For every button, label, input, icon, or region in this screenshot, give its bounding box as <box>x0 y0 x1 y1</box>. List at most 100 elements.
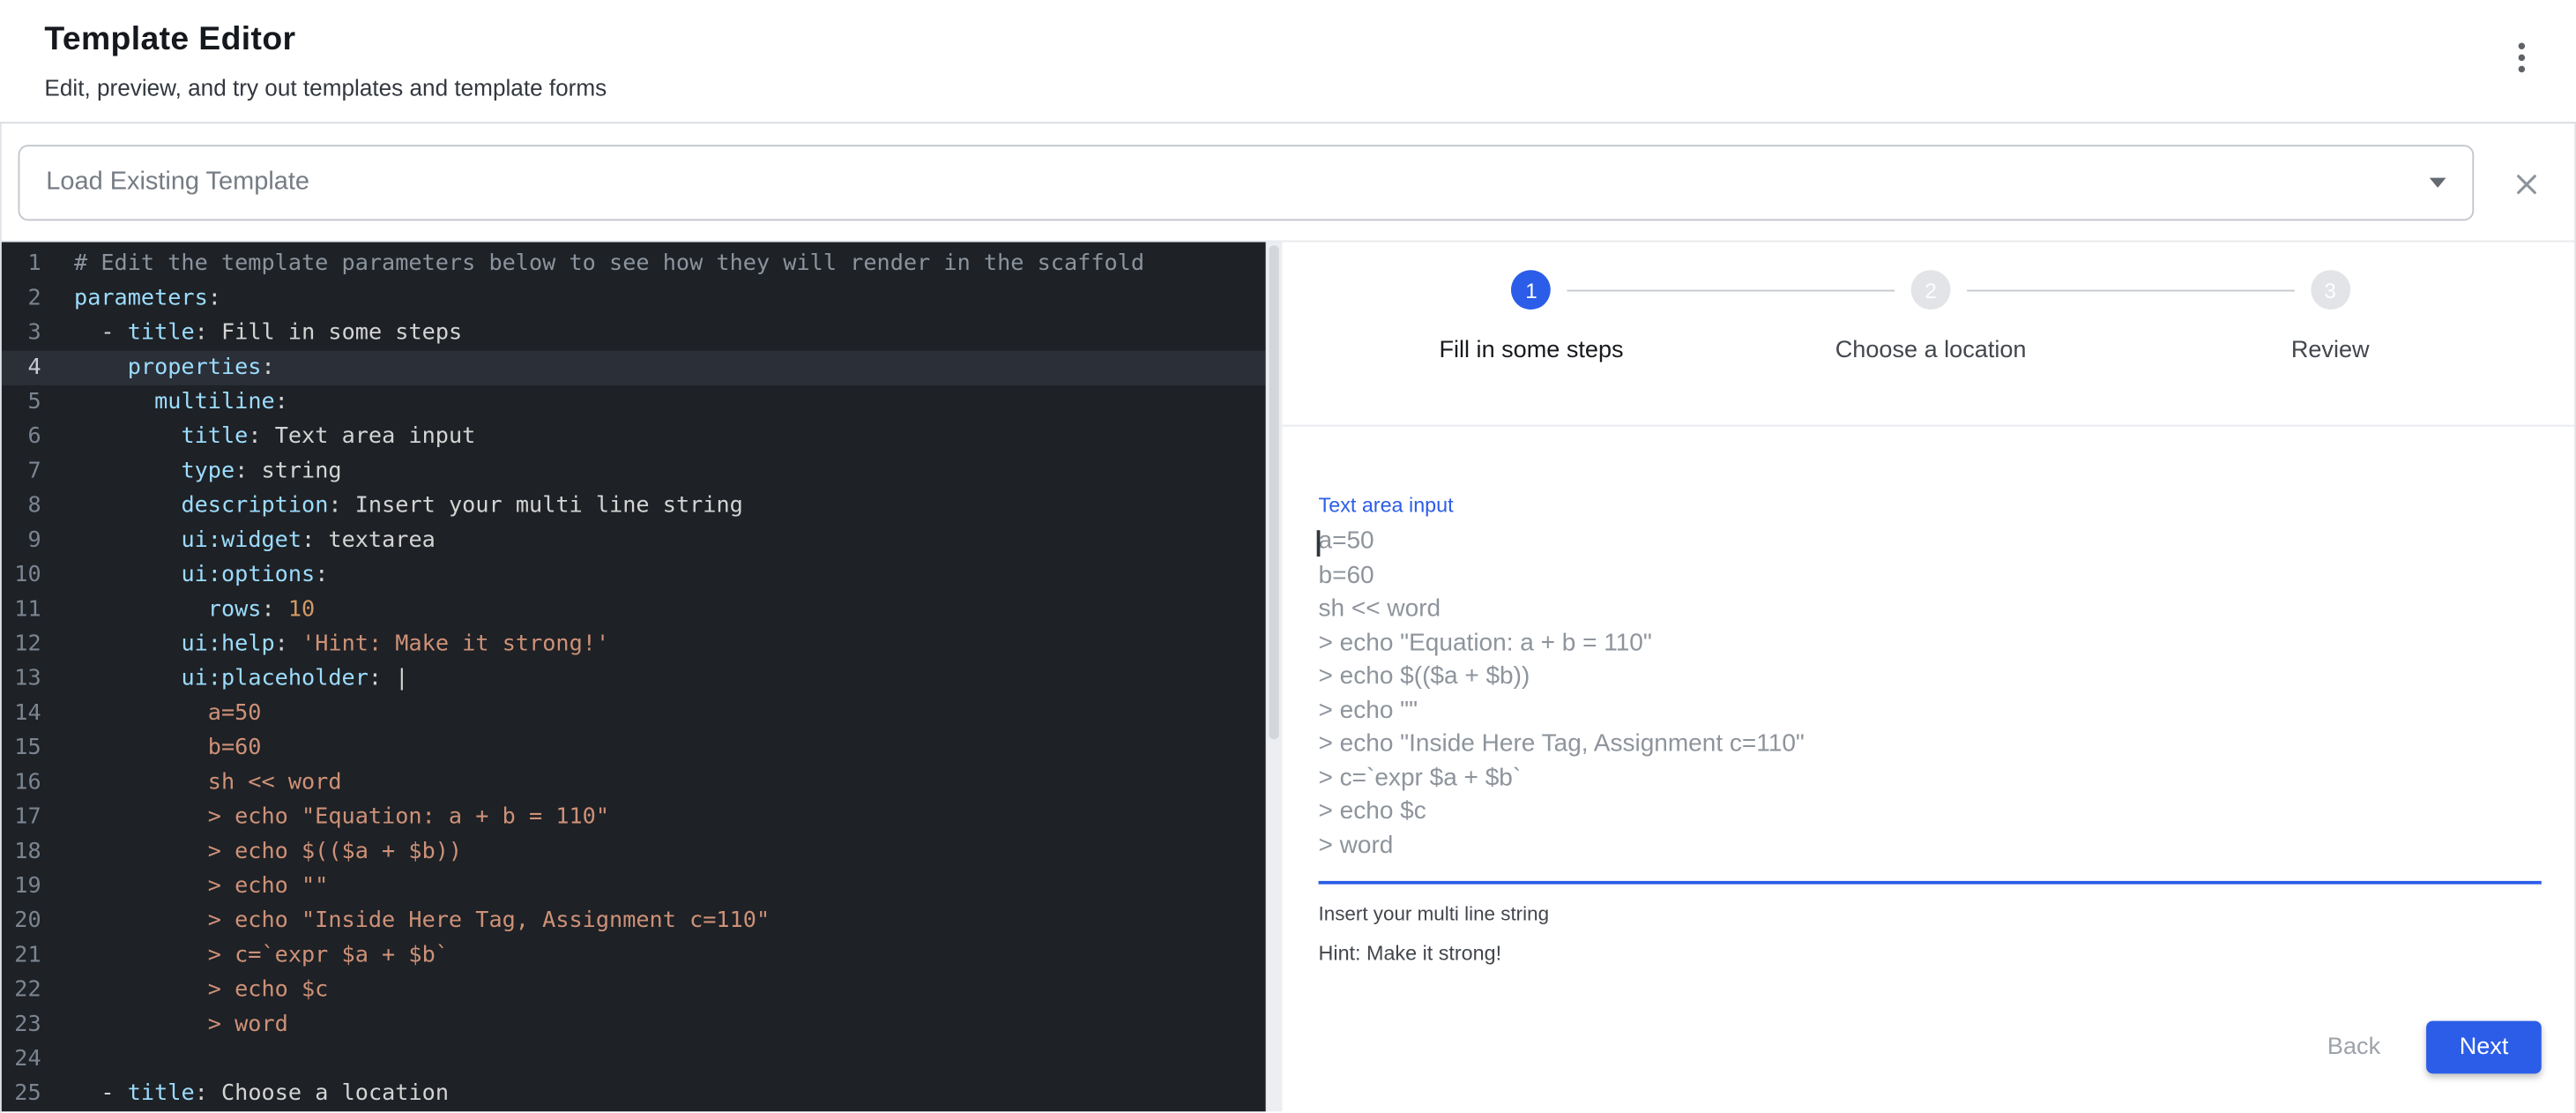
step-number-icon: 3 <box>2311 270 2350 310</box>
code-text: b=60 <box>41 731 262 766</box>
line-number: 12 <box>2 627 41 661</box>
line-number: 3 <box>2 316 41 350</box>
stepper-connector <box>1967 290 2294 292</box>
textarea-line: > echo $(($a + $b)) <box>1319 661 2542 694</box>
code-line[interactable]: 25 - title: Choose a location <box>2 1077 1266 1111</box>
code-text: parameters: <box>41 281 221 316</box>
step-label: Review <box>2291 338 2370 364</box>
code-line[interactable]: 1# Edit the template parameters below to… <box>2 247 1266 281</box>
stepper-step-3: 3 Review <box>2131 270 2530 363</box>
field-label: Text area input <box>1319 494 2542 517</box>
code-line[interactable]: 19 > echo "" <box>2 870 1266 904</box>
code-text: - title: Choose a location <box>41 1077 449 1111</box>
multiline-textarea[interactable]: a=50b=60sh << word> echo "Equation: a + … <box>1319 526 2542 885</box>
code-line[interactable]: 5 multiline: <box>2 385 1266 420</box>
back-button[interactable]: Back <box>2297 1021 2409 1074</box>
form-actions: Back Next <box>1319 1021 2542 1074</box>
stepper-step-1: 1Fill in some steps <box>1331 270 1731 363</box>
code-line[interactable]: 22 > echo $c <box>2 973 1266 1007</box>
code-line[interactable]: 13 ui:placeholder: | <box>2 662 1266 697</box>
page-title: Template Editor <box>44 21 607 59</box>
step-number-icon: 1 <box>1512 270 1552 310</box>
line-number: 2 <box>2 281 41 316</box>
line-number: 4 <box>2 351 41 385</box>
code-text: > echo $c <box>41 973 329 1007</box>
code-text: a=50 <box>41 697 262 731</box>
code-line[interactable]: 2parameters: <box>2 281 1266 316</box>
code-line[interactable]: 4 properties: <box>2 351 1266 385</box>
page-subtitle: Edit, preview, and try out templates and… <box>44 74 607 101</box>
code-line[interactable]: 3 - title: Fill in some steps <box>2 316 1266 350</box>
code-line[interactable]: 21 > c=`expr $a + $b` <box>2 938 1266 973</box>
line-number: 25 <box>2 1077 41 1111</box>
line-number: 23 <box>2 1008 41 1042</box>
code-text: ui:options: <box>41 558 329 593</box>
code-line[interactable]: 15 b=60 <box>2 731 1266 766</box>
code-line[interactable]: 20 > echo "Inside Here Tag, Assignment c… <box>2 904 1266 938</box>
textarea-line: > c=`expr $a + $b` <box>1319 762 2542 796</box>
code-text: > echo "Inside Here Tag, Assignment c=11… <box>41 904 770 938</box>
textarea-line: > echo "Inside Here Tag, Assignment c=11… <box>1319 728 2542 761</box>
line-number: 18 <box>2 835 41 870</box>
main-area: Load Existing Template 1# Edit the templ… <box>0 123 2576 1113</box>
code-line[interactable]: 8 description: Insert your multi line st… <box>2 489 1266 524</box>
line-number: 17 <box>2 800 41 834</box>
code-lines: 1# Edit the template parameters below to… <box>2 247 1266 1111</box>
textarea-line: sh << word <box>1319 593 2542 626</box>
code-line[interactable]: 17 > echo "Equation: a + b = 110" <box>2 800 1266 834</box>
code-text: ui:widget: textarea <box>41 524 436 558</box>
code-line[interactable]: 12 ui:help: 'Hint: Make it strong!' <box>2 627 1266 661</box>
line-number: 14 <box>2 697 41 731</box>
code-text: > echo "Equation: a + b = 110" <box>41 800 609 834</box>
textarea-line: > echo "" <box>1319 694 2542 728</box>
code-line[interactable]: 23 > word <box>2 1008 1266 1042</box>
code-text: title: Text area input <box>41 420 476 454</box>
editor-scrollbar[interactable] <box>1266 242 1283 1111</box>
form-preview-pane: 1Fill in some steps 2 Choose a location 3 Re… <box>1282 242 2574 1111</box>
code-text: - title: Fill in some steps <box>41 316 463 350</box>
code-line[interactable]: 11 rows: 10 <box>2 593 1266 627</box>
textarea-line: > word <box>1319 829 2542 863</box>
code-text: properties: <box>41 351 275 385</box>
code-text: > echo "" <box>41 870 329 904</box>
line-number: 10 <box>2 558 41 593</box>
code-line[interactable]: 7 type: string <box>2 454 1266 489</box>
scrollbar-thumb[interactable] <box>1269 245 1279 739</box>
page-header-text: Template Editor Edit, preview, and try o… <box>44 21 607 101</box>
code-text: > c=`expr $a + $b` <box>41 938 449 973</box>
close-icon[interactable] <box>2504 161 2550 207</box>
line-number: 22 <box>2 973 41 1007</box>
code-text: > echo $(($a + $b)) <box>41 835 462 870</box>
line-number: 15 <box>2 731 41 766</box>
code-line[interactable]: 16 sh << word <box>2 766 1266 800</box>
code-text: description: Insert your multi line stri… <box>41 489 743 524</box>
load-template-select[interactable]: Load Existing Template <box>19 145 2475 220</box>
line-number: 24 <box>2 1042 41 1077</box>
kebab-menu-icon[interactable] <box>2512 28 2531 87</box>
code-text: type: string <box>41 454 342 489</box>
chevron-down-icon[interactable] <box>2430 178 2446 188</box>
line-number: 21 <box>2 938 41 973</box>
code-editor[interactable]: 1# Edit the template parameters below to… <box>2 242 1266 1111</box>
code-line[interactable]: 14 a=50 <box>2 697 1266 731</box>
textarea-line: > echo $c <box>1319 796 2542 829</box>
code-line[interactable]: 6 title: Text area input <box>2 420 1266 454</box>
code-line[interactable]: 18 > echo $(($a + $b)) <box>2 835 1266 870</box>
text-cursor <box>1317 530 1320 556</box>
code-line[interactable]: 24 <box>2 1042 1266 1077</box>
textarea-line: b=60 <box>1319 559 2542 593</box>
code-line[interactable]: 9 ui:widget: textarea <box>2 524 1266 558</box>
code-text: # Edit the template parameters below to … <box>41 247 1144 281</box>
stepper-connector <box>1567 290 1895 292</box>
field-description: Insert your multi line string <box>1319 902 2542 925</box>
code-line[interactable]: 10 ui:options: <box>2 558 1266 593</box>
textarea-line: a=50 <box>1319 526 2542 559</box>
line-number: 13 <box>2 662 41 697</box>
line-number: 7 <box>2 454 41 489</box>
step-label: Choose a location <box>1835 338 2027 364</box>
step-number-icon: 2 <box>1911 270 1951 310</box>
next-button[interactable]: Next <box>2426 1021 2541 1074</box>
field-hint: Hint: Make it strong! <box>1319 942 2542 965</box>
template-editor-page: Template Editor Edit, preview, and try o… <box>0 0 2576 1113</box>
line-number: 20 <box>2 904 41 938</box>
